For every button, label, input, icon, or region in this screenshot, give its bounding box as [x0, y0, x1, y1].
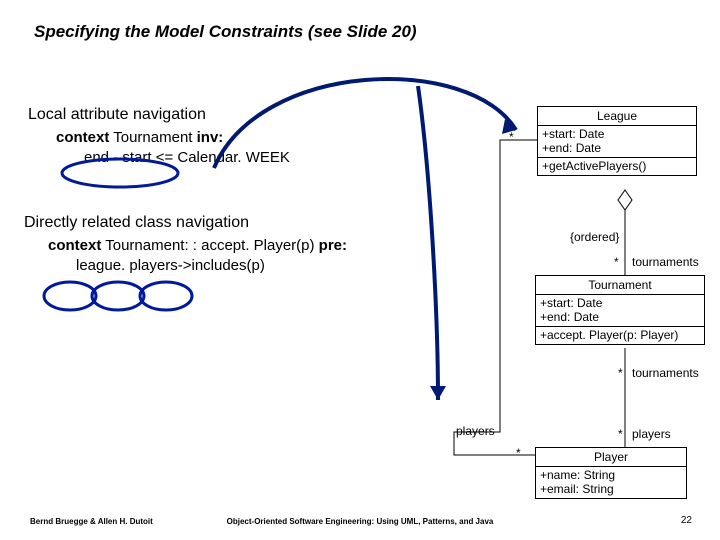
- league-name: League: [538, 107, 696, 126]
- tournaments-label-bot: tournaments: [632, 366, 699, 380]
- ctx-name2: Tournament: : accept. Player(p): [101, 237, 318, 254]
- league-attr-start: +start: Date: [542, 127, 692, 141]
- ocl-expr-2: league. players->includes(p): [76, 256, 347, 276]
- ordered-label: {ordered}: [570, 230, 619, 244]
- kw-inv: inv:: [197, 129, 224, 146]
- uml-class-player: Player +name: String +email: String: [535, 447, 687, 499]
- players-label-right: players: [632, 427, 671, 441]
- league-op-getactive: +getActivePlayers(): [542, 159, 692, 173]
- section-related-class: Directly related class navigation contex…: [24, 214, 347, 277]
- player-name: Player: [536, 448, 686, 467]
- section2-heading: Directly related class navigation: [24, 214, 347, 232]
- tournament-op-accept: +accept. Player(p: Player): [540, 328, 700, 342]
- tournament-name: Tournament: [536, 276, 704, 295]
- ocl-expr-1: end - start <= Calendar. WEEK: [84, 148, 290, 168]
- mult-star-tourn-top: *: [614, 255, 619, 269]
- tournament-attr-end: +end: Date: [540, 310, 700, 324]
- page-number: 22: [681, 515, 692, 526]
- slide-title: Specifying the Model Constraints (see Sl…: [34, 22, 417, 42]
- section2-ocl: context Tournament: : accept. Player(p) …: [48, 236, 347, 277]
- uml-class-tournament: Tournament +start: Date +end: Date +acce…: [535, 275, 705, 345]
- league-attr-end: +end: Date: [542, 141, 692, 155]
- curve-down: [418, 86, 438, 400]
- mult-star-player-top: *: [618, 427, 623, 441]
- kw-context2: context: [48, 237, 101, 254]
- ctx-name: Tournament: [109, 129, 196, 146]
- footer-title: Object-Oriented Software Engineering: Us…: [0, 517, 720, 526]
- tournaments-label-top: tournaments: [632, 255, 699, 269]
- kw-context: context: [56, 129, 109, 146]
- mult-star-tourn-bot: *: [618, 366, 623, 380]
- uml-class-league: League +start: Date +end: Date +getActiv…: [537, 106, 697, 176]
- section1-ocl: context Tournament inv: end - start <= C…: [56, 128, 290, 169]
- section1-heading: Local attribute navigation: [28, 106, 290, 124]
- player-attr-email: +email: String: [540, 482, 682, 496]
- highlight-ellipse-1: [44, 282, 96, 310]
- highlight-ellipse-3: [140, 282, 192, 310]
- players-label-left: players: [456, 424, 495, 438]
- section-local-attr: Local attribute navigation context Tourn…: [28, 106, 290, 169]
- highlight-ellipse-2: [92, 282, 144, 310]
- tournament-attr-start: +start: Date: [540, 296, 700, 310]
- mult-star-player-bot: *: [516, 446, 521, 460]
- player-attr-name: +name: String: [540, 468, 682, 482]
- arrowhead-down: [430, 386, 446, 400]
- assoc-league-player: [454, 140, 537, 455]
- slide: Specifying the Model Constraints (see Sl…: [0, 0, 720, 540]
- mult-star-league: *: [509, 130, 514, 144]
- kw-pre: pre:: [319, 237, 347, 254]
- diamond-league: [618, 190, 632, 210]
